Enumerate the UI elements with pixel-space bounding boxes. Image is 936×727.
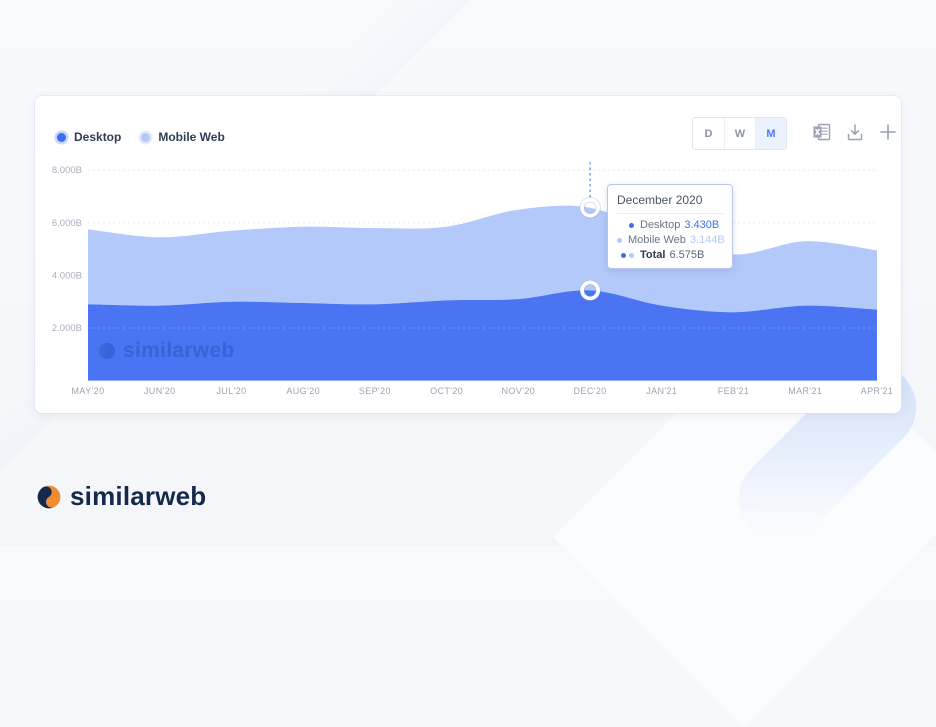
brand-wordmark: similarweb: [70, 481, 206, 512]
svg-text:JUN'20: JUN'20: [144, 386, 176, 396]
tooltip-desktop-label: Desktop: [640, 219, 680, 231]
traffic-chart-card: Desktop Mobile Web D W M: [35, 96, 901, 413]
svg-text:SEP'20: SEP'20: [359, 386, 391, 396]
desktop-dot-icon: [621, 253, 626, 258]
similarweb-logo-icon: [35, 483, 63, 511]
svg-text:8.000B: 8.000B: [52, 165, 82, 176]
tooltip-separator: [617, 213, 723, 214]
svg-text:OCT'20: OCT'20: [430, 386, 463, 396]
svg-text:JUL'20: JUL'20: [216, 386, 246, 396]
tooltip-date-title: December 2020: [617, 193, 723, 207]
svg-text:2.000B: 2.000B: [52, 323, 82, 334]
svg-text:MAR'21: MAR'21: [788, 386, 822, 396]
desktop-dot-icon: [629, 223, 634, 228]
svg-text:6.000B: 6.000B: [52, 218, 82, 229]
tooltip-row-mobile-web: Mobile Web 3.144B: [617, 234, 723, 246]
svg-text:NOV'20: NOV'20: [502, 386, 536, 396]
tooltip-total-label: Total: [640, 249, 665, 261]
svg-text:APR'21: APR'21: [861, 386, 894, 396]
tooltip-row-desktop: Desktop 3.430B: [617, 219, 723, 231]
svg-text:4.000B: 4.000B: [52, 270, 82, 281]
svg-text:DEC'20: DEC'20: [574, 386, 607, 396]
svg-text:JAN'21: JAN'21: [646, 386, 677, 396]
mobile-web-dot-icon: [617, 238, 622, 243]
stacked-area-chart[interactable]: 2.000B 4.000B 6.000B 8.000B MAY'20 JUN'20 JUL'…: [35, 96, 901, 412]
mobile-web-dot-icon: [629, 253, 634, 258]
tooltip-mobile-web-value: 3.144B: [690, 234, 725, 246]
chart-tooltip: December 2020 Desktop 3.430B Mobile Web …: [607, 184, 733, 269]
svg-text:MAY'20: MAY'20: [72, 386, 105, 396]
svg-text:FEB'21: FEB'21: [718, 386, 750, 396]
tooltip-mobile-web-label: Mobile Web: [628, 234, 686, 246]
tooltip-desktop-value: 3.430B: [684, 219, 719, 231]
similarweb-logo: similarweb: [35, 481, 206, 512]
tooltip-row-total: Total 6.575B: [617, 249, 723, 261]
svg-text:AUG'20: AUG'20: [286, 386, 320, 396]
tooltip-total-value: 6.575B: [669, 249, 704, 261]
